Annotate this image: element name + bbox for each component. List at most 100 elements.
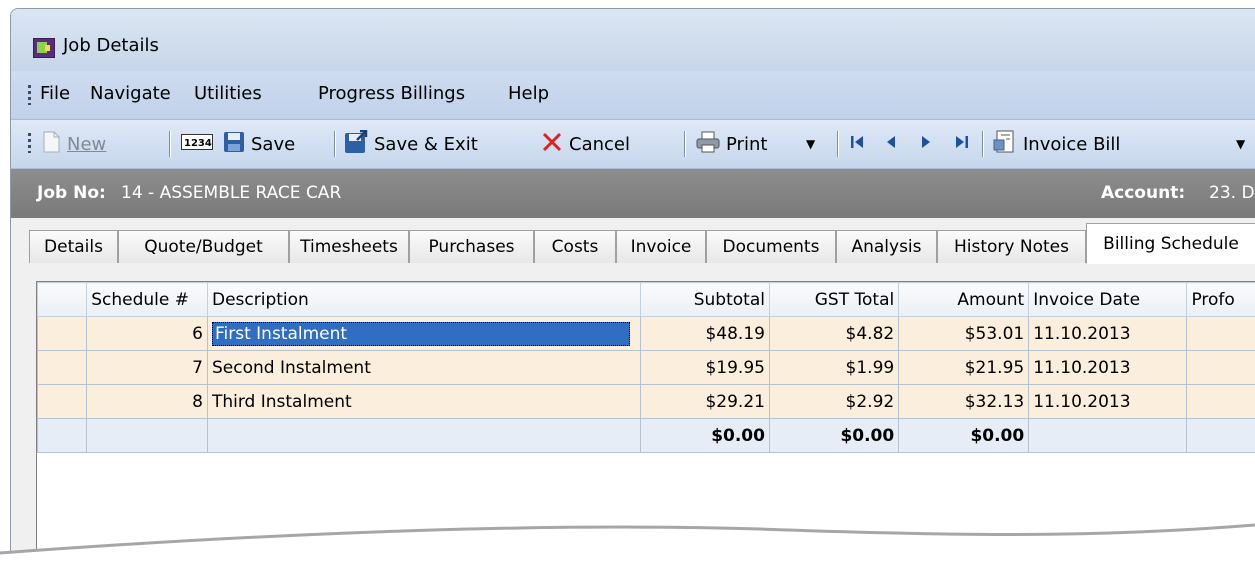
print-button[interactable]: Print (696, 131, 767, 157)
tab-documents[interactable]: Documents (706, 230, 836, 263)
totals-empty-cell (87, 419, 208, 453)
menu-progress-billings[interactable]: Progress Billings (318, 83, 465, 104)
amount-cell[interactable]: $32.13 (899, 385, 1029, 419)
row-selector[interactable] (38, 317, 87, 351)
column-header-gst-total[interactable]: GST Total (769, 283, 898, 317)
billing-table: Schedule # Description Subtotal GST Tota… (37, 282, 1255, 453)
tab-purchases[interactable]: Purchases (409, 230, 534, 263)
gst-total-cell[interactable]: $4.82 (769, 317, 898, 351)
first-record-button[interactable] (849, 131, 865, 157)
tab-details[interactable]: Details (29, 230, 118, 263)
toolbar: New 1234 Save Save & Exit Cancel (11, 120, 1255, 169)
table-header-row: Schedule # Description Subtotal GST Tota… (38, 283, 1255, 317)
menu-utilities[interactable]: Utilities (194, 83, 262, 104)
account-label: Account: (1101, 183, 1185, 203)
row-selector (38, 419, 87, 453)
amount-cell[interactable]: $21.95 (899, 351, 1029, 385)
menu-file[interactable]: File (40, 83, 70, 104)
menu-navigate[interactable]: Navigate (90, 83, 171, 104)
title-bar: Job Details (11, 9, 1255, 71)
schedule-cell[interactable]: 7 (87, 351, 208, 385)
row-selector[interactable] (38, 385, 87, 419)
column-header-proforma[interactable]: Profo (1187, 283, 1255, 317)
next-record-button[interactable] (919, 131, 933, 157)
job-number-label: Job No: (37, 183, 106, 203)
schedule-cell[interactable]: 8 (87, 385, 208, 419)
numbering-button[interactable]: 1234 (181, 131, 219, 157)
toolbar-separator (169, 131, 171, 157)
column-header-subtotal[interactable]: Subtotal (640, 283, 769, 317)
row-selector[interactable] (38, 351, 87, 385)
description-cell[interactable]: First Instalment (207, 317, 640, 351)
previous-record-icon (884, 134, 898, 155)
toolbar-separator (982, 131, 984, 157)
invoice-icon (993, 130, 1017, 159)
gst-total-cell[interactable]: $1.99 (769, 351, 898, 385)
save-button[interactable]: Save (223, 131, 295, 157)
save-exit-icon (344, 130, 368, 159)
menu-help[interactable]: Help (508, 83, 549, 104)
print-label: Print (726, 134, 767, 155)
last-record-button[interactable] (954, 131, 970, 157)
tab-costs[interactable]: Costs (534, 230, 616, 263)
column-header-schedule[interactable]: Schedule # (87, 283, 208, 317)
new-button[interactable]: New (41, 131, 106, 157)
cancel-button[interactable]: Cancel (541, 131, 630, 157)
proforma-cell[interactable] (1187, 317, 1255, 351)
schedule-cell[interactable]: 6 (87, 317, 208, 351)
toolbar-separator (334, 131, 336, 157)
new-label: New (67, 134, 106, 155)
save-icon (223, 131, 245, 158)
table-row[interactable]: 6 First Instalment $48.19 $4.82 $53.01 1… (38, 317, 1255, 351)
invoice-bill-label: Invoice Bill (1023, 134, 1120, 155)
menu-bar: File Navigate Utilities Progress Billing… (11, 71, 1255, 120)
subtotal-cell[interactable]: $48.19 (640, 317, 769, 351)
totals-empty-cell (1029, 419, 1187, 453)
torn-edge-decoration (0, 505, 1255, 565)
proforma-cell[interactable] (1187, 385, 1255, 419)
new-document-icon (41, 130, 61, 159)
invoice-date-cell[interactable]: 11.10.2013 (1029, 317, 1187, 351)
tab-billing-schedule[interactable]: Billing Schedule (1086, 223, 1255, 264)
proforma-cell[interactable] (1187, 351, 1255, 385)
column-header-description[interactable]: Description (207, 283, 640, 317)
toolbar-grip-icon[interactable] (28, 133, 31, 153)
gst-total-cell[interactable]: $2.92 (769, 385, 898, 419)
subtotal-cell[interactable]: $19.95 (640, 351, 769, 385)
numbering-icon: 1234 (181, 134, 213, 155)
totals-row: $0.00 $0.00 $0.00 (38, 419, 1255, 453)
description-cell[interactable]: Second Instalment (207, 351, 640, 385)
job-details-window: Job Details File Navigate Utilities Prog… (10, 8, 1255, 556)
subtotal-cell[interactable]: $29.21 (640, 385, 769, 419)
app-icon (33, 38, 55, 58)
tab-timesheets[interactable]: Timesheets (289, 230, 409, 263)
invoice-dropdown-icon[interactable]: ▼ (1236, 131, 1245, 157)
account-value: 23. D (1209, 183, 1255, 203)
tab-analysis[interactable]: Analysis (836, 230, 937, 263)
toolbar-separator (837, 131, 839, 157)
job-number-value: 14 - ASSEMBLE RACE CAR (121, 183, 341, 203)
tab-history-notes[interactable]: History Notes (937, 230, 1086, 263)
invoice-date-cell[interactable]: 11.10.2013 (1029, 351, 1187, 385)
invoice-bill-button[interactable]: Invoice Bill (993, 131, 1120, 157)
previous-record-button[interactable] (884, 131, 898, 157)
table-row[interactable]: 8 Third Instalment $29.21 $2.92 $32.13 1… (38, 385, 1255, 419)
amount-cell[interactable]: $53.01 (899, 317, 1029, 351)
last-record-icon (954, 134, 970, 155)
tab-strip: Details Quote/Budget Timesheets Purchase… (11, 218, 1255, 265)
description-cell[interactable]: Third Instalment (207, 385, 640, 419)
tab-invoice[interactable]: Invoice (616, 230, 706, 263)
description-edit-field[interactable]: First Instalment (212, 322, 630, 346)
totals-empty-cell (207, 419, 640, 453)
subtotal-total: $0.00 (640, 419, 769, 453)
table-row[interactable]: 7 Second Instalment $19.95 $1.99 $21.95 … (38, 351, 1255, 385)
menu-grip-icon[interactable] (28, 85, 31, 105)
tab-quote-budget[interactable]: Quote/Budget (118, 230, 289, 263)
toolbar-separator (684, 131, 686, 157)
column-header-invoice-date[interactable]: Invoice Date (1029, 283, 1187, 317)
invoice-date-cell[interactable]: 11.10.2013 (1029, 385, 1187, 419)
amount-total: $0.00 (899, 419, 1029, 453)
print-dropdown-icon[interactable]: ▼ (806, 131, 815, 157)
save-exit-button[interactable]: Save & Exit (344, 131, 478, 157)
column-header-amount[interactable]: Amount (899, 283, 1029, 317)
